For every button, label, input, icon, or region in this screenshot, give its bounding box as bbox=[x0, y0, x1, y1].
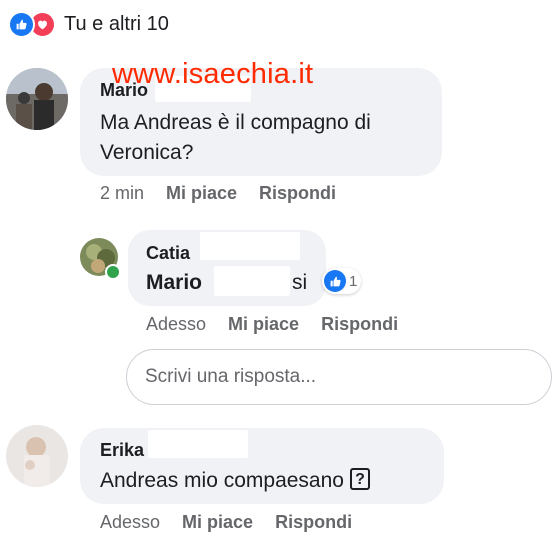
online-status-icon bbox=[105, 264, 121, 280]
redacted-surname bbox=[148, 430, 248, 458]
comment-text: Andreas mio compaesano bbox=[100, 469, 344, 492]
comment-actions-mario: 2 min Mi piace Rispondi bbox=[100, 183, 358, 204]
like-link[interactable]: Mi piace bbox=[166, 183, 237, 204]
like-reaction-icon bbox=[324, 270, 346, 292]
reply-link[interactable]: Rispondi bbox=[275, 512, 352, 533]
avatar-erika[interactable] bbox=[6, 425, 68, 487]
reply-link[interactable]: Rispondi bbox=[321, 314, 398, 335]
comment-text-line1: Ma Andreas è il compagno di bbox=[100, 111, 371, 134]
reactions-count-text[interactable]: Tu e altri 10 bbox=[64, 13, 169, 36]
comment-author-erika[interactable]: Erika bbox=[100, 440, 144, 461]
redacted-surname bbox=[214, 266, 290, 296]
reply-input-container bbox=[126, 349, 552, 405]
redacted-surname bbox=[200, 232, 300, 260]
watermark: www.isaechia.it bbox=[112, 58, 314, 90]
like-link[interactable]: Mi piace bbox=[182, 512, 253, 533]
like-count: 1 bbox=[349, 272, 358, 290]
reply-input[interactable] bbox=[127, 350, 551, 404]
comment-actions-catia: Adesso Mi piace Rispondi bbox=[146, 314, 420, 335]
comment-actions-erika: Adesso Mi piace Rispondi bbox=[100, 512, 374, 533]
comment-like-badge[interactable]: 1 bbox=[322, 268, 362, 294]
comment-time[interactable]: Adesso bbox=[146, 314, 206, 335]
comment-text: si bbox=[292, 271, 308, 294]
comment-time[interactable]: Adesso bbox=[100, 512, 160, 533]
comment-author-catia[interactable]: Catia bbox=[146, 243, 190, 264]
reactions-summary[interactable]: Tu e altri 10 bbox=[8, 8, 169, 40]
comment-text-line2: Veronica? bbox=[100, 141, 194, 164]
comment-text-erika: Andreas mio compaesano? bbox=[100, 466, 370, 496]
unknown-emoji-icon: ? bbox=[349, 468, 370, 491]
comment-time[interactable]: 2 min bbox=[100, 183, 144, 204]
like-reaction-icon bbox=[8, 10, 35, 38]
reply-link[interactable]: Rispondi bbox=[259, 183, 336, 204]
mention-mario[interactable]: Mario bbox=[146, 268, 202, 298]
like-link[interactable]: Mi piace bbox=[228, 314, 299, 335]
avatar-mario[interactable] bbox=[6, 68, 68, 130]
